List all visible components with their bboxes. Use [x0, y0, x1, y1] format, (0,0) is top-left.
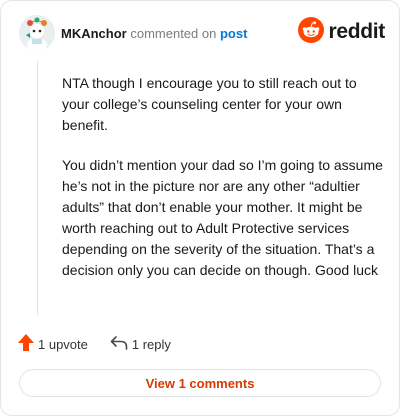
username-link[interactable]: MKAnchor — [61, 26, 127, 41]
thread-line — [37, 61, 38, 315]
reply-count: 1 reply — [131, 336, 171, 352]
avatar[interactable] — [19, 15, 55, 51]
byline: MKAnchor commented on post — [61, 26, 247, 41]
upvote-arrow-icon — [18, 334, 34, 354]
upvote-button[interactable]: 1 upvote — [18, 334, 88, 354]
view-comments-button[interactable]: View 1 comments — [19, 369, 381, 397]
upvote-count: 1 upvote — [38, 336, 88, 352]
comment-paragraph: NTA though I encourage you to still reac… — [62, 75, 357, 133]
comment-header: MKAnchor commented on post reddit — [15, 15, 385, 55]
post-link[interactable]: post — [220, 26, 247, 41]
comment-card: MKAnchor commented on post reddit NTA th… — [0, 0, 400, 416]
reply-arrow-icon — [110, 335, 128, 353]
commented-on-text: commented on — [130, 26, 217, 41]
comment-actions: 1 upvote 1 reply — [18, 334, 171, 354]
reply-button[interactable]: 1 reply — [110, 335, 171, 353]
reddit-wordmark: reddit — [328, 20, 385, 43]
reddit-logo-icon — [298, 16, 325, 48]
comment-body: NTA though I encourage you to still reac… — [62, 73, 384, 300]
reddit-brand[interactable]: reddit — [298, 16, 385, 48]
comment-paragraph: You didn’t mention your dad so I’m going… — [62, 157, 383, 278]
